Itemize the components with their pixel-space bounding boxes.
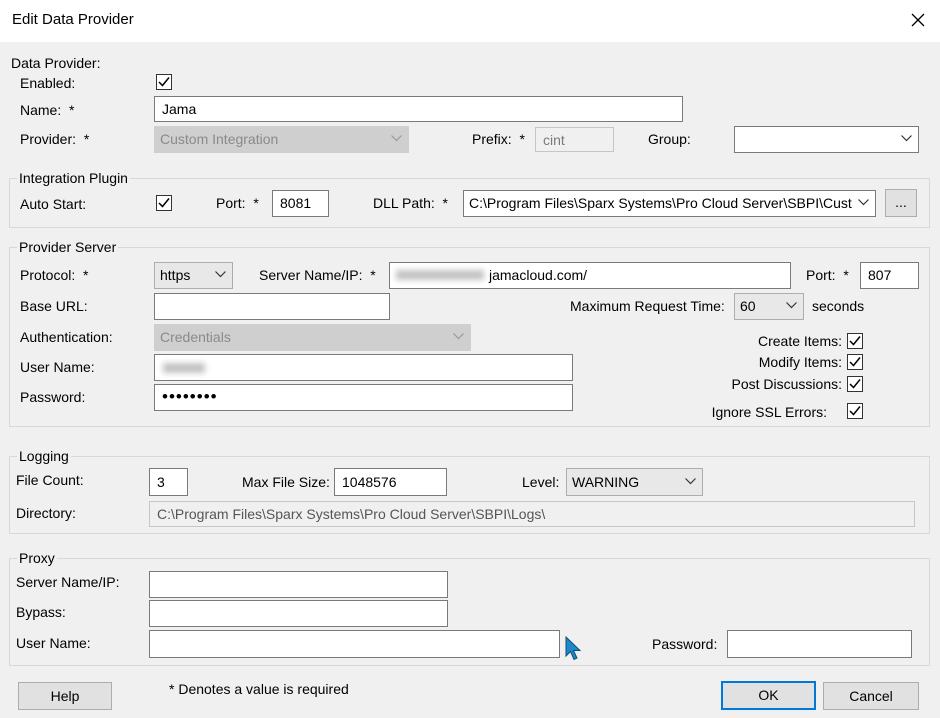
max-request-label: Maximum Request Time: [570,298,725,314]
username-label: User Name: [20,359,95,375]
protocol-label: Protocol: * [20,267,89,283]
proxy-server-label: Server Name/IP: [16,574,120,590]
chevron-down-icon [901,135,912,142]
title-bar: Edit Data Provider [0,0,940,42]
base-url-input[interactable] [154,293,390,320]
name-label: Name: * [20,102,75,118]
plugin-port-label: Port: * [216,195,259,211]
chevron-down-icon [391,135,402,142]
help-button[interactable]: Help [18,682,112,710]
proxy-bypass-input[interactable] [149,600,448,627]
dll-path-label: DLL Path: * [373,195,448,211]
level-select[interactable]: WARNING [566,468,703,496]
password-label: Password: [20,389,86,405]
post-discussions-checkbox[interactable] [847,376,863,392]
max-file-size-input[interactable]: 1048576 [334,468,447,496]
file-count-label: File Count: [16,472,84,488]
group-label: Group: [648,131,691,147]
seconds-label: seconds [812,298,865,314]
protocol-select[interactable]: https [154,262,233,289]
checkmark-icon [158,77,170,87]
server-name-label: Server Name/IP: * [259,267,376,283]
group-select[interactable] [734,126,919,153]
file-count-input[interactable]: 3 [149,468,188,496]
dll-path-select[interactable]: C:\Program Files\Sparx Systems\Pro Cloud… [463,190,876,217]
checkmark-icon [849,406,861,416]
plugin-port-input[interactable]: 8081 [272,190,329,217]
checkmark-icon [849,357,861,367]
proxy-label: Proxy [17,550,57,566]
integration-plugin-label: Integration Plugin [17,170,130,186]
directory-input: C:\Program Files\Sparx Systems\Pro Cloud… [149,501,915,527]
checkmark-icon [849,336,861,346]
post-discussions-label: Post Discussions: [731,376,842,392]
chevron-down-icon [215,271,226,278]
prefix-input: cint [535,127,614,152]
ignore-ssl-checkbox[interactable] [847,403,863,419]
proxy-username-input[interactable] [149,630,560,658]
provider-select: Custom Integration [154,126,409,153]
level-label: Level: [522,474,560,490]
prefix-label: Prefix: * [472,131,525,147]
authentication-label: Authentication: [20,329,113,345]
provider-server-label: Provider Server [17,239,119,255]
proxy-server-input[interactable] [149,571,448,598]
required-note: * Denotes a value is required [169,681,349,697]
create-items-label: Create Items: [757,333,842,349]
window-title: Edit Data Provider [12,11,134,28]
name-input[interactable]: Jama [154,96,683,122]
auto-start-checkbox[interactable] [156,195,172,211]
password-input[interactable]: •••••••• [154,384,573,411]
cancel-button[interactable]: Cancel [823,682,919,710]
enabled-label: Enabled: [20,75,76,91]
proxy-bypass-label: Bypass: [16,604,66,620]
mouse-cursor-icon [565,636,582,661]
logging-label: Logging [17,448,71,464]
redacted-server-prefix [396,270,484,280]
chevron-down-icon [453,333,464,340]
ok-button[interactable]: OK [721,681,816,710]
auto-start-label: Auto Start: [20,196,87,212]
modify-items-checkbox[interactable] [847,354,863,370]
enabled-checkbox[interactable] [156,74,172,90]
close-icon[interactable] [904,6,932,34]
proxy-password-input[interactable] [727,630,912,658]
redacted-username [163,363,205,373]
authentication-select: Credentials [154,324,471,351]
username-input[interactable] [154,354,573,381]
max-request-select[interactable]: 60 [734,293,804,320]
create-items-checkbox[interactable] [847,333,863,349]
provider-label: Provider: * [20,131,90,147]
base-url-label: Base URL: [20,298,88,314]
browse-button[interactable]: ... [885,189,917,217]
proxy-password-label: Password: [652,636,718,652]
server-port-input[interactable]: 807 [860,262,919,289]
checkmark-icon [849,379,861,389]
checkmark-icon [158,198,170,208]
ignore-ssl-label: Ignore SSL Errors: [711,404,827,420]
directory-label: Directory: [16,505,76,521]
server-port-label: Port: * [806,267,849,283]
data-provider-section-label: Data Provider: [11,55,101,71]
modify-items-label: Modify Items: [758,354,842,370]
max-file-size-label: Max File Size: [242,474,330,490]
chevron-down-icon [858,199,869,206]
chevron-down-icon [685,478,696,485]
proxy-username-label: User Name: [16,635,91,651]
chevron-down-icon [786,302,797,309]
